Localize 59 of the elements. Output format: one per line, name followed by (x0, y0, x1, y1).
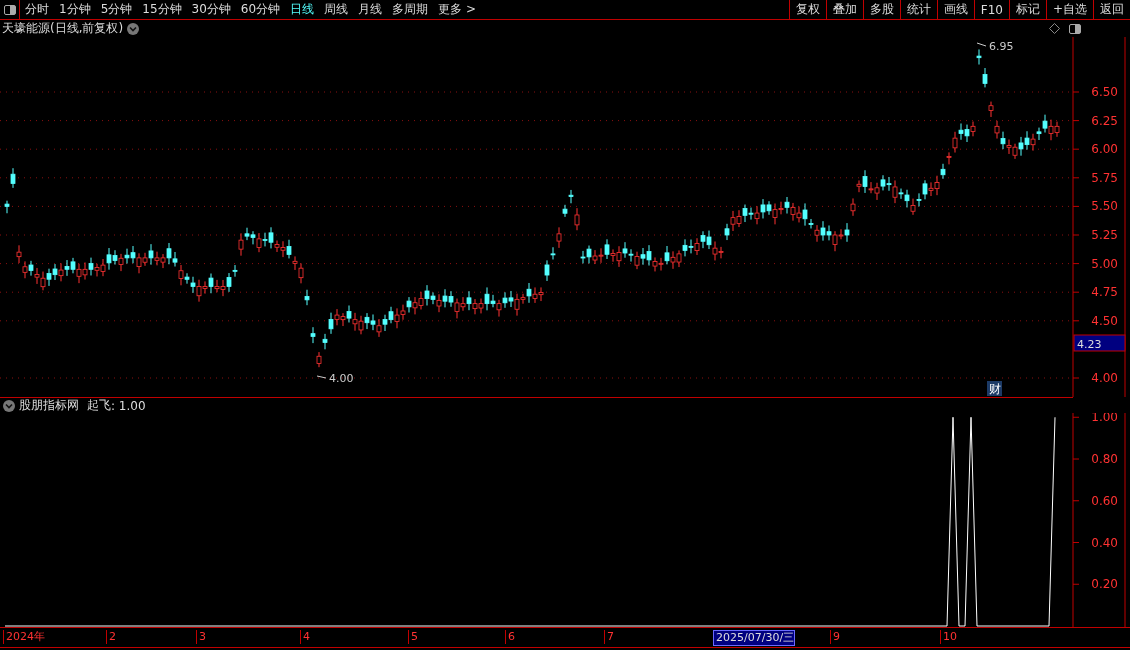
axis-tick-label: 1.00 (1091, 413, 1118, 425)
price-label: 5.25 (1091, 228, 1118, 242)
toolbar-button[interactable]: 画线 (936, 0, 974, 19)
indicator-value: : 1.00 (111, 398, 146, 413)
panel-toggle-icon[interactable] (1068, 21, 1082, 36)
toolbar-button[interactable]: 返回 (1093, 0, 1130, 19)
toolbar-button[interactable]: 叠加 (825, 0, 863, 19)
indicator-title: 股朋指标网 (19, 397, 79, 414)
axis-tick-label: 0.60 (1091, 493, 1118, 508)
period-tab[interactable]: 月线 (353, 0, 388, 19)
toolbar-button[interactable]: F10 (973, 0, 1009, 19)
toolbar-button[interactable]: +自选 (1045, 0, 1093, 19)
period-tab[interactable]: 日线 (285, 0, 320, 19)
date-label: 2024年 (3, 630, 45, 644)
period-tab[interactable]: 多周期 (387, 0, 434, 19)
price-label: 6.00 (1091, 142, 1118, 157)
high-price-label: 6.95 (989, 40, 1014, 53)
period-tab[interactable]: 60分钟 (235, 0, 286, 19)
low-price-label: 4.00 (329, 372, 354, 385)
axis-tick-label: 0.80 (1091, 452, 1118, 466)
price-label: 4.75 (1091, 285, 1118, 300)
toolbar-button[interactable]: 多股 (862, 0, 900, 19)
period-tab[interactable]: 分时 (20, 0, 54, 19)
chart-title: 天壕能源(日线,前复权) (2, 20, 124, 37)
period-tab[interactable]: 15分钟 (137, 0, 187, 19)
period-tab[interactable]: 5分钟 (95, 0, 138, 19)
leader-line (316, 375, 327, 379)
date-label: 10 (940, 630, 957, 644)
price-label: 6.25 (1091, 113, 1118, 128)
price-label: 4.00 (1091, 371, 1118, 385)
period-tab[interactable]: 更多 > (433, 0, 481, 19)
toolbar-button[interactable]: 统计 (899, 0, 937, 19)
date-label: 2025/07/30/三 (713, 630, 796, 646)
current-price: 4.23 (1077, 338, 1102, 351)
date-label: 7 (604, 630, 614, 644)
period-tab[interactable]: 周线 (319, 0, 354, 19)
axis-tick-label: 0.20 (1091, 577, 1118, 592)
dropdown-icon[interactable] (127, 22, 140, 35)
leader-line (976, 42, 987, 47)
date-label: 6 (505, 630, 515, 644)
price-label: 6.50 (1091, 85, 1118, 99)
series-name: 起飞 (87, 397, 111, 414)
date-label: 5 (408, 630, 418, 644)
price-label: 5.75 (1091, 170, 1118, 185)
dropdown-icon[interactable] (3, 399, 15, 412)
price-label: 5.50 (1091, 199, 1118, 214)
toolbar-button[interactable]: 复权 (788, 0, 826, 19)
date-label: 3 (196, 630, 206, 644)
diamond-icon[interactable] (1049, 23, 1060, 34)
date-label: 4 (300, 630, 310, 644)
period-tab[interactable]: 1分钟 (54, 0, 96, 19)
axis-tick-label: 0.40 (1091, 535, 1118, 550)
finance-badge[interactable]: 财 (987, 381, 1002, 396)
date-label: 9 (830, 630, 840, 644)
price-label: 5.00 (1091, 256, 1118, 271)
period-tab[interactable]: 30分钟 (186, 0, 236, 19)
toolbar-button[interactable]: 标记 (1008, 0, 1046, 19)
price-label: 4.50 (1091, 313, 1118, 328)
date-label: 2 (106, 630, 116, 644)
